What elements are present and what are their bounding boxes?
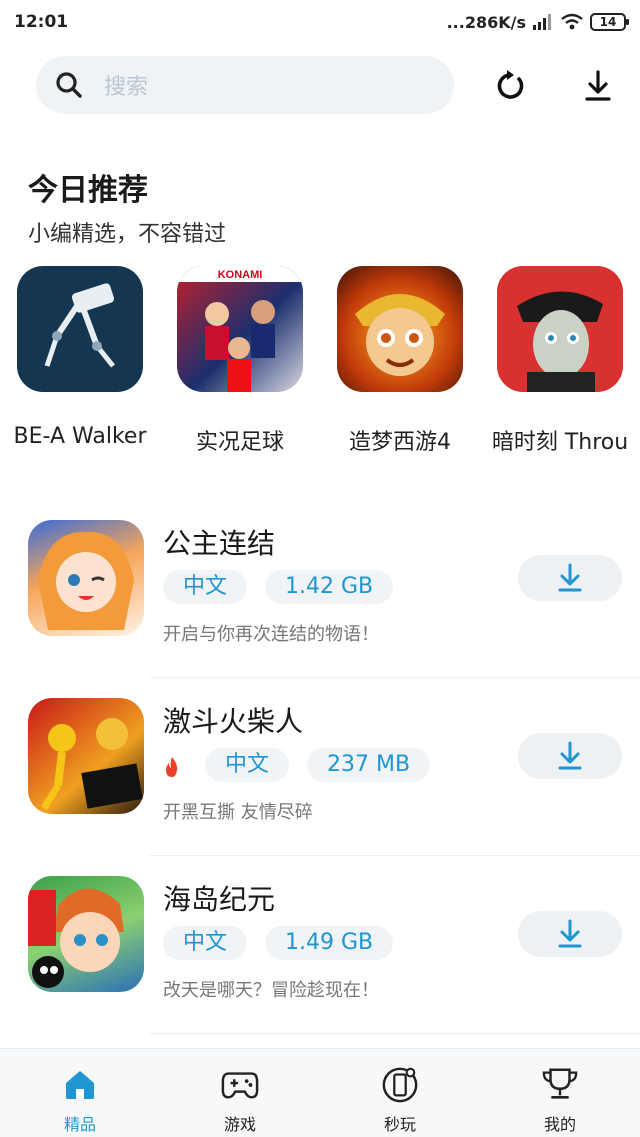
size-tag: 237 MB [307,748,431,782]
app-description: 改天是哪天？冒险趁现在！ [163,980,379,1001]
section-subtitle: 小编精选，不容错过 [28,222,227,247]
stickman-fight-game-icon [28,698,144,814]
status-time: 12:01 [14,12,69,32]
nav-label: 游戏 [223,1115,256,1134]
monkey-king-game-icon [337,266,463,392]
recommend-label: 造梦西游4 [349,430,451,455]
nav-tab-mine[interactable]: 我的 [480,1049,640,1137]
svg-text:KONAMI: KONAMI [218,269,263,281]
be-a-walker-game-icon [17,266,143,392]
nav-label: 秒玩 [383,1115,416,1134]
instant-play-icon [381,1065,419,1103]
download-arrow-icon [558,741,582,770]
battery-icon: 14 [590,13,629,31]
app-name: 公主连结 [163,527,276,560]
recommend-label: 暗时刻 Throu [491,430,629,455]
divider [150,1033,640,1034]
download-button[interactable] [518,555,622,601]
recommend-label: 实况足球 [195,430,284,455]
refresh-icon [497,70,524,99]
recommend-item[interactable]: KONAMI 实况足球 [160,266,320,456]
nav-tab-instant-play[interactable]: 秒玩 [320,1049,480,1137]
recommend-item[interactable]: BE-A Walker [0,266,160,449]
size-tag: 1.42 GB [265,570,394,604]
signal-icon [533,14,551,30]
status-bar: 12:01 ...286K/s 14 [0,0,640,44]
nav-label: 我的 [543,1115,576,1134]
recommend-carousel[interactable]: BE-A Walker KONAMI 实况足球 造梦西游4 暗时刻 Throu [0,266,640,456]
nav-tab-featured[interactable]: 精品 [0,1049,160,1137]
hot-flame-icon [166,757,178,777]
pes-soccer-game-icon: KONAMI [177,266,303,392]
home-icon [61,1065,99,1103]
download-icon [585,70,611,101]
size-tag: 1.49 GB [265,926,394,960]
recommend-item[interactable]: 暗时刻 Throu [480,266,640,456]
refresh-button[interactable] [490,66,530,106]
app-description: 开黑互撕 友情尽碎 [163,802,313,823]
list-item[interactable]: 激斗火柴人 中文 237 MB 开黑互撕 友情尽碎 [0,678,640,856]
search-row: 搜索 [0,56,640,114]
list-item[interactable]: 海岛纪元 中文 1.49 GB 改天是哪天？冒险趁现在！ [0,856,640,1034]
search-icon [56,72,82,98]
language-tag: 中文 [163,570,248,604]
nav-label: 精品 [63,1115,96,1134]
download-arrow-icon [558,563,582,592]
list-item[interactable]: 公主连结 中文 1.42 GB 开启与你再次连结的物语！ [0,500,640,678]
download-button[interactable] [518,733,622,779]
trophy-icon [541,1065,579,1103]
island-era-game-icon [28,876,144,992]
download-manager-button[interactable] [578,66,618,106]
download-arrow-icon [558,919,582,948]
bottom-nav: 精品 游戏 秒玩 我的 [0,1048,640,1137]
wifi-icon [561,13,583,30]
download-button[interactable] [518,911,622,957]
status-indicators: ...286K/s 14 [446,12,629,32]
section-title: 今日推荐 [28,173,148,208]
dark-moment-game-icon [497,266,623,392]
app-description: 开启与你再次连结的物语！ [163,624,379,645]
recommend-label: BE-A Walker [13,424,147,449]
language-tag: 中文 [205,748,290,782]
battery-level: 14 [599,15,617,29]
app-name: 海岛纪元 [163,883,276,916]
recommend-item[interactable]: 造梦西游4 [320,266,480,456]
language-tag: 中文 [163,926,248,960]
gamepad-icon [221,1065,259,1103]
search-input[interactable]: 搜索 [36,56,454,114]
network-speed: ...286K/s [446,12,526,32]
app-name: 激斗火柴人 [163,705,304,738]
nav-tab-games[interactable]: 游戏 [160,1049,320,1137]
princess-connect-game-icon [28,520,144,636]
search-placeholder: 搜索 [104,75,149,100]
